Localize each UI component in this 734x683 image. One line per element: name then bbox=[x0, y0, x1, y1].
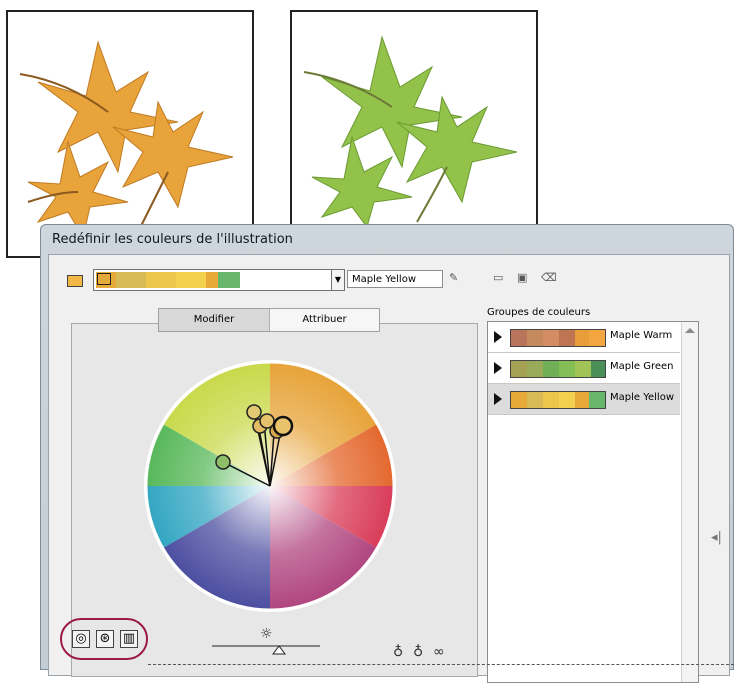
new-group-icon[interactable]: ▣ bbox=[517, 271, 527, 284]
current-color-4[interactable] bbox=[176, 272, 206, 288]
dialog-content: ▼ Maple Yellow ✎ ▭ ▣ ⌫ Modifier Attribue… bbox=[48, 254, 730, 683]
artwork-original bbox=[6, 10, 254, 258]
current-color-3[interactable] bbox=[146, 272, 176, 288]
groups-scrollbar[interactable] bbox=[681, 322, 698, 682]
active-color-swatch[interactable] bbox=[67, 275, 83, 287]
edit-swatch-icon[interactable]: ✎ bbox=[449, 271, 458, 284]
artwork-recolored bbox=[290, 10, 538, 232]
group-name: Maple Warm bbox=[610, 330, 673, 341]
color-group-row[interactable]: Maple Green bbox=[488, 353, 680, 384]
dialog-title: Redéfinir les couleurs de l'illustration bbox=[52, 232, 293, 247]
group-swatches bbox=[510, 360, 606, 378]
recolor-dialog: Redéfinir les couleurs de l'illustration… bbox=[40, 224, 734, 683]
group-name-field[interactable]: Maple Yellow bbox=[347, 270, 443, 288]
current-color-2[interactable] bbox=[116, 272, 146, 288]
remove-color-icon[interactable]: ♁ bbox=[413, 644, 423, 660]
add-color-icon[interactable]: ♁ bbox=[393, 644, 403, 660]
screenshot-edge bbox=[148, 664, 734, 665]
color-bars-icon[interactable]: ▥ bbox=[120, 630, 138, 648]
group-swatches bbox=[510, 329, 606, 347]
harmony-handle-green[interactable] bbox=[215, 454, 231, 470]
current-color-5[interactable] bbox=[206, 272, 218, 288]
color-group-row[interactable]: Maple Warm bbox=[488, 322, 680, 353]
link-harmony-icon[interactable]: ∞ bbox=[433, 644, 445, 660]
harmony-handle-base[interactable] bbox=[272, 415, 294, 437]
save-icon[interactable]: ▭ bbox=[493, 271, 503, 284]
current-color-6[interactable] bbox=[218, 272, 240, 288]
colors-dropdown-button[interactable]: ▼ bbox=[331, 269, 345, 291]
panel-expand-icon[interactable]: ◂| bbox=[711, 530, 725, 554]
smooth-wheel-icon[interactable]: ◎ bbox=[72, 630, 90, 648]
color-group-row-selected[interactable]: Maple Yellow bbox=[488, 384, 680, 415]
delete-icon[interactable]: ⌫ bbox=[541, 271, 557, 284]
brightness-icon: ☼ bbox=[260, 626, 273, 642]
harmony-handle-1[interactable] bbox=[246, 404, 262, 420]
segmented-wheel-icon[interactable]: ⊛ bbox=[96, 630, 114, 648]
scroll-up-icon[interactable] bbox=[685, 328, 695, 333]
expand-triangle-icon[interactable] bbox=[494, 393, 502, 405]
brightness-slider-thumb[interactable] bbox=[272, 645, 286, 655]
expand-triangle-icon[interactable] bbox=[494, 362, 502, 374]
group-name: Maple Green bbox=[610, 361, 674, 372]
group-name: Maple Yellow bbox=[610, 392, 674, 403]
color-groups-list: Maple Warm Maple Green Maple Yellow bbox=[487, 321, 699, 683]
selected-color-marker bbox=[97, 273, 111, 285]
current-colors-strip[interactable] bbox=[93, 269, 333, 291]
expand-triangle-icon[interactable] bbox=[494, 331, 502, 343]
color-groups-label: Groupes de couleurs bbox=[487, 307, 591, 318]
group-swatches bbox=[510, 391, 606, 409]
